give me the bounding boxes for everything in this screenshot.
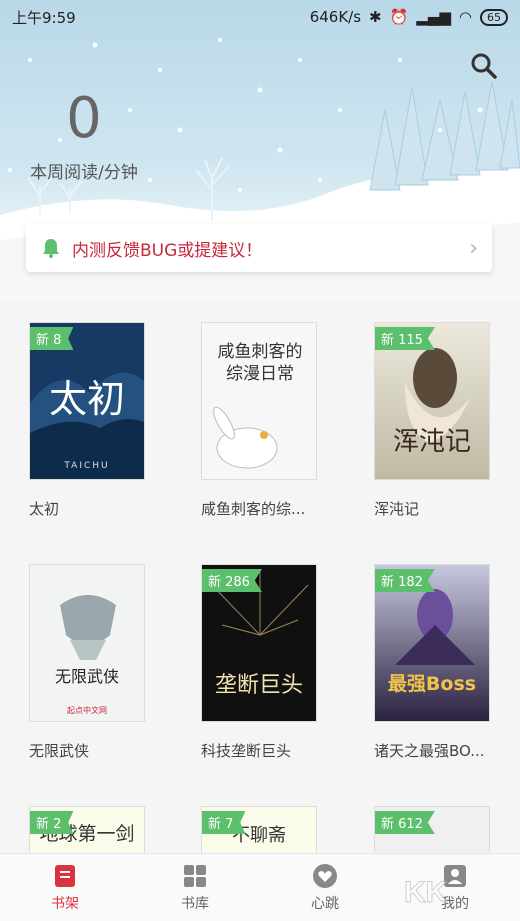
library-grid-icon (184, 864, 206, 887)
signal-icon: ▂▄▆ (416, 8, 451, 26)
book-title: 太初 (29, 500, 60, 518)
book-title: 无限武侠 (29, 742, 90, 760)
new-chapters-badge: 新 8 (30, 327, 74, 350)
book-cover: 无限武侠 起点中文网 (29, 564, 145, 722)
nav-label: 书架 (51, 895, 79, 912)
nav-label: 书库 (181, 895, 209, 912)
book-title: 咸鱼刺客的综... (201, 500, 306, 518)
watermark-logo: KK (404, 876, 449, 910)
feedback-notice[interactable]: 内测反馈BUG或提建议！ › (26, 224, 492, 272)
search-icon[interactable] (466, 48, 502, 84)
bookshelf-icon (55, 864, 75, 887)
heart-icon (313, 863, 337, 888)
alarm-icon: ⏰ (389, 8, 409, 26)
cover-art (60, 595, 116, 660)
app-root: 上午9:59 646K/s ✱ ⏰ ▂▄▆ ◠ 65 0 本周阅读/分钟 内测反… (0, 0, 520, 921)
status-indicators: 646K/s ✱ ⏰ ▂▄▆ ◠ 65 (310, 8, 508, 26)
book-title: 浑沌记 (374, 500, 420, 518)
battery-icon: 65 (480, 8, 508, 26)
nav-tab-library[interactable]: 书库 (130, 854, 260, 921)
nav-label: 心跳 (311, 895, 339, 912)
book-title: 科技垄断巨头 (201, 742, 292, 760)
cover-title: 垄断巨头 (214, 673, 303, 698)
svg-text:KK: KK (404, 876, 448, 909)
new-chapters-badge: 新 115 (375, 327, 435, 350)
status-bar: 上午9:59 646K/s ✱ ⏰ ▂▄▆ ◠ 65 (0, 0, 520, 34)
bluetooth-icon: ✱ (369, 8, 382, 26)
cover-title: 太初 (48, 377, 125, 421)
new-chapters-badge: 新 7 (202, 811, 246, 834)
new-chapters-badge: 新 612 (375, 811, 435, 834)
book-cover: 最强Boss 新 182 (374, 564, 490, 722)
net-speed: 646K/s (309, 8, 362, 26)
nav-tab-bookshelf[interactable]: 书架 (0, 854, 130, 921)
new-chapters-badge: 新 286 (202, 569, 262, 592)
cover-title: 最强Boss (387, 673, 477, 695)
status-time: 上午9:59 (12, 8, 76, 27)
cover-title: 无限武侠 (54, 667, 119, 686)
new-chapters-badge: 新 182 (375, 569, 435, 592)
book-cover: 咸鱼刺客的综漫日常 (201, 322, 317, 480)
rabbit-illustration (213, 406, 278, 469)
notice-text: 内测反馈BUG或提建议！ (72, 240, 263, 261)
wifi-icon: ◠ (458, 8, 472, 26)
book-cover: 浑沌记 新 115 (374, 322, 490, 480)
book-title: 诸天之最强BO... (374, 742, 485, 760)
cover-subtitle: TAICHU (64, 461, 110, 471)
reading-stat[interactable]: 0 本周阅读/分钟 (20, 86, 148, 183)
nav-tab-heartbeat[interactable]: 心跳 (260, 854, 390, 921)
reading-minutes-label: 本周阅读/分钟 (30, 163, 138, 183)
new-chapters-badge: 新 2 (30, 811, 74, 834)
book-cover: 垄断巨头 新 286 (201, 564, 317, 722)
chevron-right-icon: › (469, 235, 478, 261)
cover-publisher: 起点中文网 (67, 706, 107, 715)
bell-icon (43, 239, 59, 258)
book-cover: 太初 TAICHU 新 8 (29, 322, 145, 480)
cover-title: 浑沌记 (392, 427, 471, 457)
reading-minutes-value: 0 (66, 86, 102, 151)
